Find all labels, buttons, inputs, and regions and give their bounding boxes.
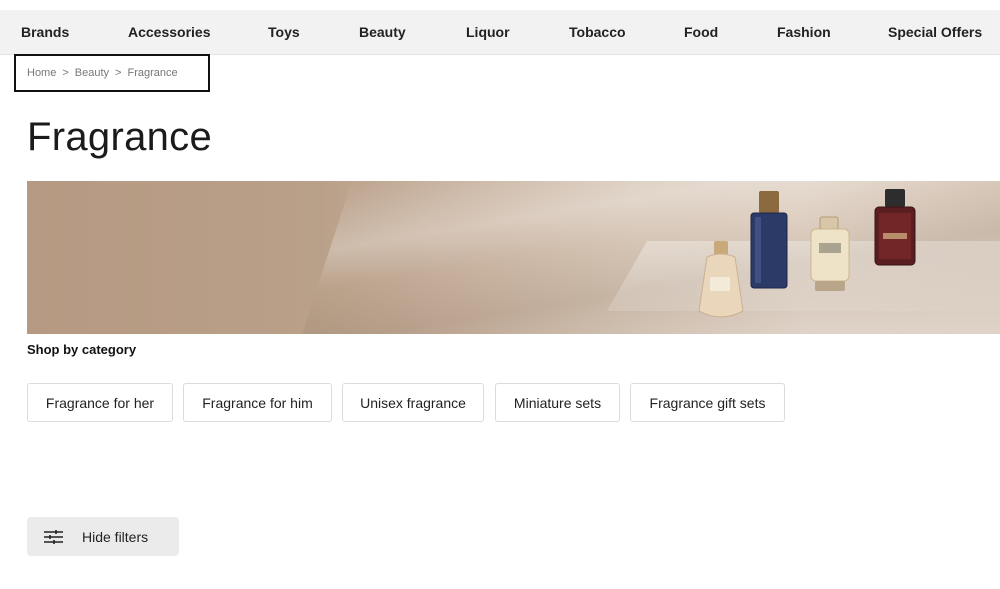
nav-item-tobacco[interactable]: Tobacco: [569, 10, 626, 55]
perfume-bottle-red: [874, 189, 916, 266]
category-chip-unisex-fragrance[interactable]: Unisex fragrance: [342, 383, 484, 422]
perfume-bottle-blue: [750, 191, 788, 289]
breadcrumb-current: Fragrance: [127, 67, 178, 79]
top-navigation: Brands Accessories Toys Beauty Liquor To…: [0, 10, 1000, 55]
nav-item-beauty[interactable]: Beauty: [359, 10, 406, 55]
nav-item-fashion[interactable]: Fashion: [777, 10, 831, 55]
shop-by-category-heading: Shop by category: [27, 342, 137, 357]
nav-item-special-offers[interactable]: Special Offers: [888, 10, 982, 55]
category-chip-fragrance-gift-sets[interactable]: Fragrance gift sets: [630, 383, 785, 422]
breadcrumb: Home > Beauty > Fragrance: [14, 54, 210, 92]
category-chip-fragrance-for-her[interactable]: Fragrance for her: [27, 383, 173, 422]
nav-item-liquor[interactable]: Liquor: [466, 10, 510, 55]
category-chip-fragrance-for-him[interactable]: Fragrance for him: [183, 383, 332, 422]
hide-filters-button[interactable]: Hide filters: [27, 517, 179, 556]
nav-item-food[interactable]: Food: [684, 10, 718, 55]
category-chip-miniature-sets[interactable]: Miniature sets: [495, 383, 620, 422]
sliders-icon: [44, 529, 63, 544]
breadcrumb-beauty-link[interactable]: Beauty: [75, 67, 109, 79]
breadcrumb-home-link[interactable]: Home: [27, 67, 56, 79]
breadcrumb-separator: >: [115, 67, 122, 79]
perfume-bottles-image: [698, 189, 916, 318]
breadcrumb-separator: >: [62, 67, 69, 79]
nav-item-toys[interactable]: Toys: [268, 10, 300, 55]
nav-item-accessories[interactable]: Accessories: [128, 10, 211, 55]
nav-item-brands[interactable]: Brands: [21, 10, 69, 55]
perfume-bottle-light: [698, 241, 744, 318]
perfume-bottle-clear: [810, 216, 850, 291]
hero-banner: [27, 181, 1000, 334]
hide-filters-label: Hide filters: [82, 528, 149, 545]
page-title: Fragrance: [27, 115, 213, 159]
